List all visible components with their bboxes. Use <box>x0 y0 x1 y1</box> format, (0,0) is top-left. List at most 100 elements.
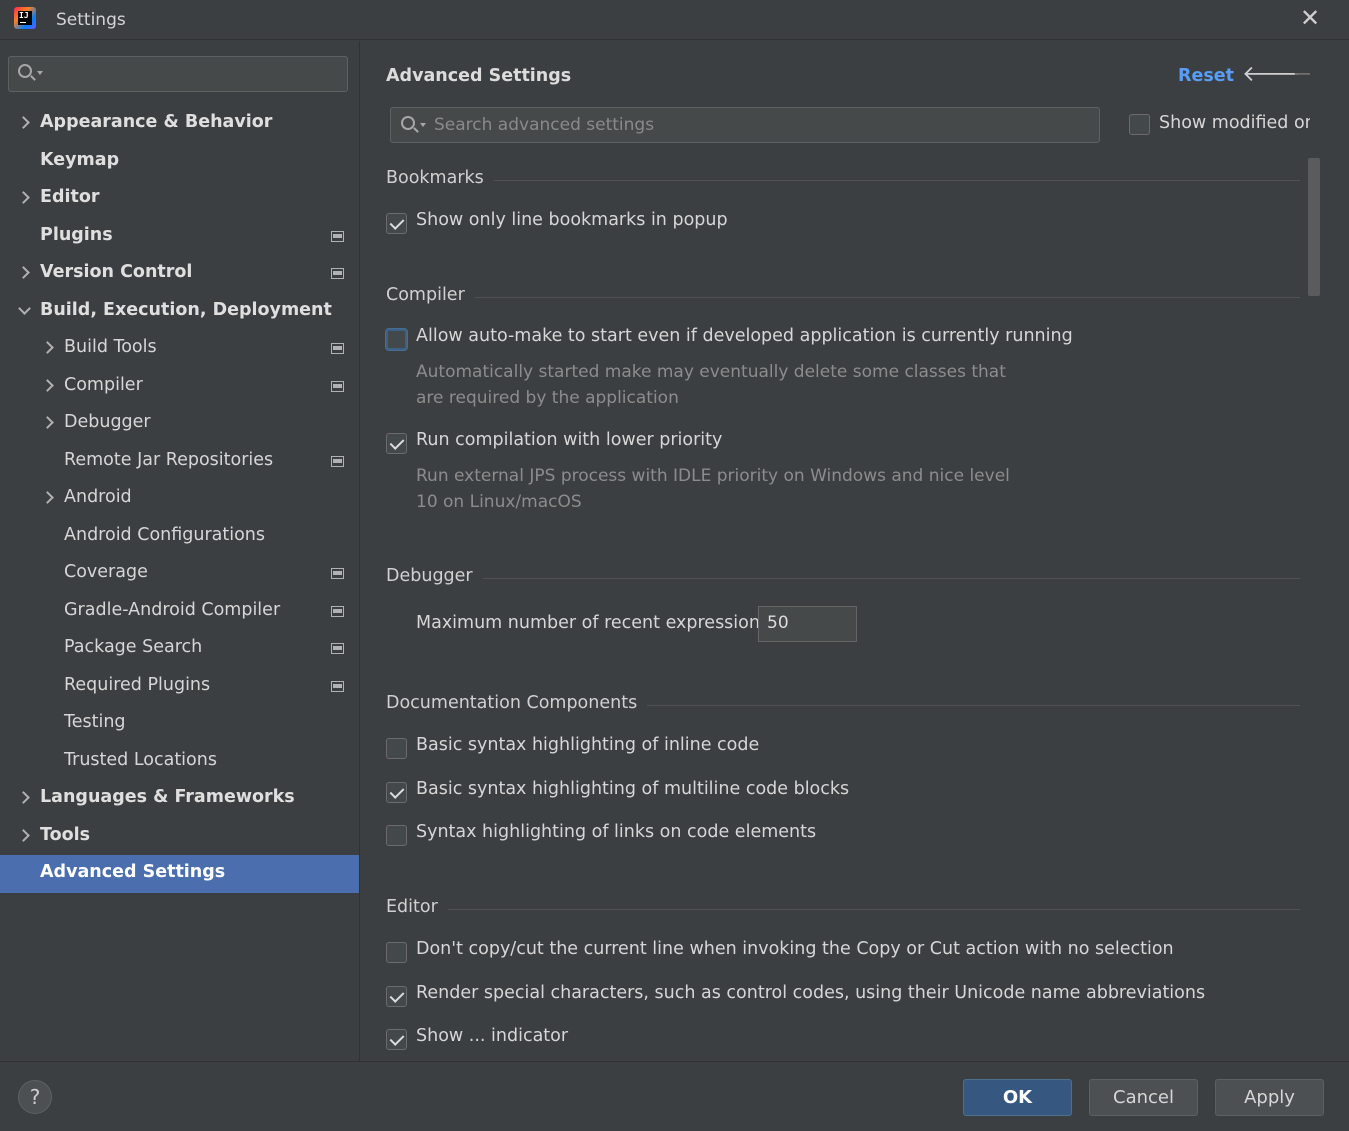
project-level-icon <box>331 380 344 392</box>
option-label: Don't copy/cut the current line when inv… <box>416 939 1174 959</box>
cancel-button[interactable]: Cancel <box>1089 1079 1198 1116</box>
section-title: Documentation Components <box>386 693 648 713</box>
search-icon <box>18 64 32 78</box>
section-bookmarks: Bookmarks Show only line bookmarks in po… <box>386 168 1300 234</box>
checkbox[interactable] <box>386 738 407 759</box>
sidebar-item-plugins[interactable]: Plugins <box>0 218 360 256</box>
sidebar-search-input[interactable] <box>8 56 348 92</box>
help-button[interactable]: ? <box>18 1080 52 1114</box>
arrow-right-icon[interactable]: 🡒 <box>1292 61 1310 87</box>
reset-link[interactable]: Reset <box>1178 66 1234 86</box>
sidebar-item-required-plugins[interactable]: Required Plugins <box>0 668 360 706</box>
project-level-icon <box>331 230 344 242</box>
checkbox[interactable] <box>1129 114 1150 135</box>
recent-expressions-input[interactable]: 50 <box>758 606 857 642</box>
option-description: Automatically started make may eventuall… <box>416 359 1036 411</box>
checkbox[interactable] <box>386 213 407 234</box>
vertical-scrollbar[interactable] <box>1308 158 1320 296</box>
option-label: Render special characters, such as contr… <box>416 983 1206 1003</box>
option-label: Show only line bookmarks in popup <box>416 210 728 230</box>
settings-sidebar: Appearance & Behavior Keymap Editor Plugins… <box>0 41 360 1061</box>
project-level-icon <box>331 568 344 579</box>
sidebar-item-languages-frameworks[interactable]: Languages & Frameworks <box>0 780 360 818</box>
sidebar-item-label: Android Configurations <box>64 524 266 545</box>
sidebar-item-tools[interactable]: Tools <box>0 818 360 856</box>
sidebar-item-label: Tools <box>40 824 91 845</box>
description-line: Automatically started make may eventuall… <box>416 362 1006 382</box>
checkbox[interactable] <box>386 782 407 803</box>
page-title: Advanced Settings <box>386 66 572 86</box>
sidebar-item-build-tools[interactable]: Build Tools <box>0 330 360 368</box>
sidebar-item-version-control[interactable]: Version Control <box>0 255 360 293</box>
section-debugger: Debugger Maximum number of recent expres… <box>386 566 1300 642</box>
section-title: Editor <box>386 897 448 917</box>
sidebar-item-label: Plugins <box>40 224 113 245</box>
show-modified-only-label: Show modified only <box>1159 113 1310 133</box>
description-line: Run external JPS process with IDLE prior… <box>416 466 1010 486</box>
sidebar-item-label: Package Search <box>64 637 203 657</box>
advanced-settings-panel: Advanced Settings Reset 🡐 🡒 Show modifie… <box>360 41 1349 1061</box>
section-title: Compiler <box>386 285 475 305</box>
description-line: are required by the application <box>416 388 679 408</box>
sidebar-item-package-search[interactable]: Package Search <box>0 630 360 668</box>
checkbox[interactable] <box>386 986 407 1007</box>
sidebar-item-build-execution-deployment[interactable]: Build, Execution, Deployment <box>0 293 360 331</box>
sidebar-item-label: Advanced Settings <box>40 862 226 882</box>
sidebar-item-gradle-android-compiler[interactable]: Gradle-Android Compiler <box>0 593 360 631</box>
sidebar-item-label: Required Plugins <box>64 674 211 695</box>
checkbox[interactable] <box>386 329 407 350</box>
chevron-down-icon[interactable] <box>18 302 32 318</box>
advanced-search-input[interactable] <box>434 108 1084 142</box>
checkbox[interactable] <box>386 825 407 846</box>
sidebar-item-compiler[interactable]: Compiler <box>0 368 360 406</box>
sidebar-item-appearance-behavior[interactable]: Appearance & Behavior <box>0 105 360 143</box>
title-bar: IJ Settings ✕ <box>0 0 1349 40</box>
sidebar-item-android-configurations[interactable]: Android Configurations <box>0 518 360 556</box>
sidebar-item-label: Languages & Frameworks <box>40 787 295 807</box>
sidebar-item-debugger[interactable]: Debugger <box>0 405 360 443</box>
sidebar-item-label: Coverage <box>64 562 148 582</box>
chevron-right-icon[interactable] <box>18 189 32 205</box>
sidebar-item-advanced-settings[interactable]: Advanced Settings <box>0 855 360 893</box>
sidebar-item-editor[interactable]: Editor <box>0 180 360 218</box>
chevron-right-icon[interactable] <box>42 339 56 355</box>
sidebar-item-label: Appearance & Behavior <box>40 112 273 132</box>
chevron-right-icon[interactable] <box>42 414 56 430</box>
sidebar-item-coverage[interactable]: Coverage <box>0 555 360 593</box>
chevron-right-icon[interactable] <box>18 789 32 805</box>
sidebar-item-label: Keymap <box>40 149 120 170</box>
settings-tree: Appearance & Behavior Keymap Editor Plugins… <box>0 105 360 893</box>
dialog-footer: ? OK Cancel Apply <box>0 1061 1349 1131</box>
sidebar-item-label: Testing <box>64 712 126 732</box>
chevron-right-icon[interactable] <box>42 489 56 505</box>
sidebar-item-label: Gradle-Android Compiler <box>64 599 281 620</box>
sidebar-item-trusted-locations[interactable]: Trusted Locations <box>0 743 360 781</box>
apply-button[interactable]: Apply <box>1215 1079 1324 1116</box>
checkbox[interactable] <box>386 1029 407 1050</box>
project-level-icon <box>331 343 344 354</box>
chevron-right-icon[interactable] <box>42 376 56 393</box>
section-title: Debugger <box>386 566 483 586</box>
chevron-right-icon[interactable] <box>18 114 32 130</box>
close-icon[interactable]: ✕ <box>1297 6 1323 32</box>
project-level-icon <box>331 268 344 279</box>
option-label: Syntax highlighting of links on code ele… <box>416 822 817 842</box>
arrow-left-icon[interactable]: 🡐 <box>1242 61 1301 87</box>
checkbox[interactable] <box>386 942 407 963</box>
project-level-icon <box>331 680 344 692</box>
project-level-icon <box>331 605 344 617</box>
sidebar-item-label: Editor <box>40 187 100 207</box>
checkbox[interactable] <box>386 433 407 454</box>
dropdown-caret-icon <box>420 123 426 127</box>
sidebar-item-testing[interactable]: Testing <box>0 705 360 743</box>
ok-button[interactable]: OK <box>963 1079 1072 1116</box>
sidebar-item-keymap[interactable]: Keymap <box>0 143 360 181</box>
sidebar-item-remote-jar-repositories[interactable]: Remote Jar Repositories <box>0 443 360 481</box>
search-icon <box>401 116 415 130</box>
chevron-right-icon[interactable] <box>18 826 32 843</box>
advanced-search-field[interactable] <box>390 107 1100 143</box>
sidebar-item-android[interactable]: Android <box>0 480 360 518</box>
section-compiler: Compiler Allow auto-make to start even i… <box>386 285 1300 512</box>
chevron-right-icon[interactable] <box>18 264 32 280</box>
sidebar-item-label: Android <box>64 487 132 507</box>
